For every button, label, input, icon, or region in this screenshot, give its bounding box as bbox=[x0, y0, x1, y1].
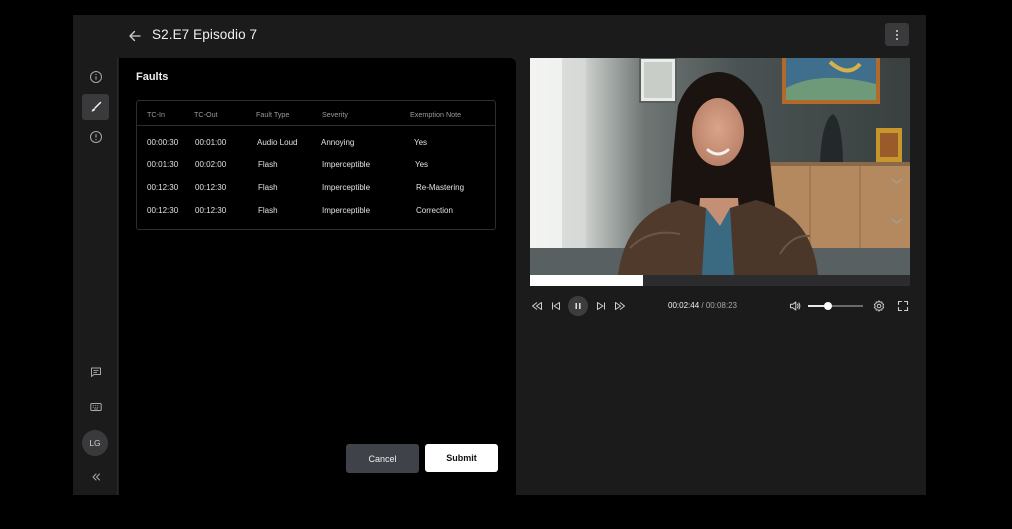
seek-bar-fill bbox=[530, 275, 644, 286]
info-icon bbox=[89, 71, 102, 83]
current-time: 00:02:44 bbox=[668, 301, 700, 310]
more-options-button[interactable] bbox=[885, 23, 909, 46]
rail-brush-button[interactable] bbox=[82, 94, 109, 120]
column-header-severity: Severity bbox=[322, 110, 348, 119]
app-window: S2.E7 Episodio 7 LG Faults TC-In TC-Out … bbox=[73, 15, 926, 495]
duration: 00:08:23 bbox=[705, 301, 737, 310]
cancel-button[interactable]: Cancel bbox=[346, 444, 419, 473]
skip-to-start-button[interactable] bbox=[528, 297, 546, 315]
alert-icon bbox=[89, 131, 102, 143]
skip-to-end-button[interactable] bbox=[611, 297, 629, 315]
pause-button[interactable] bbox=[568, 296, 588, 316]
column-header-tc-out: TC-Out bbox=[194, 110, 218, 119]
cell-fault-type: Audio Loud bbox=[257, 138, 298, 147]
table-row[interactable]: 00:00:30 00:01:00 Audio Loud Annoying Ye… bbox=[137, 138, 495, 156]
avatar-initials: LG bbox=[89, 438, 101, 448]
cell-tc-in: 00:00:30 bbox=[147, 138, 179, 147]
cell-exemption-note: Yes bbox=[415, 160, 429, 169]
seek-bar[interactable] bbox=[530, 275, 910, 286]
back-button[interactable] bbox=[125, 26, 145, 46]
step-back-icon bbox=[552, 302, 560, 310]
cell-severity: Imperceptible bbox=[322, 183, 371, 192]
cell-tc-out: 00:12:30 bbox=[195, 183, 227, 192]
kebab-icon bbox=[896, 29, 898, 40]
comment-icon bbox=[90, 367, 101, 377]
fullscreen-button[interactable] bbox=[894, 297, 912, 315]
cell-tc-out: 00:02:00 bbox=[195, 160, 227, 169]
arrow-left-icon bbox=[129, 30, 141, 42]
skip-back-icon bbox=[532, 302, 542, 310]
column-header-fault-type: Fault Type bbox=[256, 110, 290, 119]
cell-tc-in: 00:01:30 bbox=[147, 160, 179, 169]
cell-tc-out: 00:12:30 bbox=[195, 206, 227, 215]
mute-button[interactable] bbox=[786, 297, 804, 315]
cell-tc-in: 00:12:30 bbox=[147, 206, 179, 215]
page-title: S2.E7 Episodio 7 bbox=[152, 27, 258, 42]
cell-severity: Annoying bbox=[321, 138, 355, 147]
time-separator: / bbox=[701, 301, 704, 310]
left-rail: LG bbox=[73, 58, 118, 495]
table-row[interactable]: 00:12:30 00:12:30 Flash Imperceptible Re… bbox=[137, 183, 495, 201]
gear-icon bbox=[873, 300, 885, 312]
rail-keyboard-button[interactable] bbox=[82, 394, 109, 420]
cell-severity: Imperceptible bbox=[322, 206, 371, 215]
cell-exemption-note: Correction bbox=[416, 206, 453, 215]
video-still-image bbox=[530, 58, 910, 275]
faults-panel: Faults TC-In TC-Out Fault Type Severity … bbox=[119, 58, 516, 495]
rail-comments-button[interactable] bbox=[82, 359, 109, 385]
next-frame-button[interactable] bbox=[592, 297, 610, 315]
column-header-tc-in: TC-In bbox=[147, 110, 165, 119]
volume-slider-handle[interactable] bbox=[823, 302, 832, 310]
cell-exemption-note: Re-Mastering bbox=[416, 183, 465, 192]
faults-title: Faults bbox=[136, 71, 169, 83]
fullscreen-icon bbox=[897, 300, 909, 312]
collapse-rail-button[interactable] bbox=[82, 464, 109, 490]
brush-icon bbox=[91, 101, 101, 112]
step-forward-icon bbox=[597, 302, 605, 310]
rail-alert-button[interactable] bbox=[82, 124, 109, 150]
header: S2.E7 Episodio 7 bbox=[73, 15, 926, 58]
keyboard-icon bbox=[89, 403, 102, 411]
cell-tc-out: 00:01:00 bbox=[195, 138, 227, 147]
table-row[interactable]: 00:01:30 00:02:00 Flash Imperceptible Ye… bbox=[137, 160, 495, 178]
volume-icon bbox=[790, 301, 801, 311]
cell-exemption-note: Yes bbox=[414, 138, 428, 147]
avatar[interactable]: LG bbox=[82, 430, 108, 456]
header-divider bbox=[137, 125, 495, 126]
cell-fault-type: Flash bbox=[258, 183, 278, 192]
player-settings-button[interactable] bbox=[870, 297, 888, 315]
cell-severity: Imperceptible bbox=[322, 160, 371, 169]
faults-table: TC-In TC-Out Fault Type Severity Exempti… bbox=[136, 100, 496, 230]
submit-button[interactable]: Submit bbox=[425, 444, 498, 472]
table-row[interactable]: 00:12:30 00:12:30 Flash Imperceptible Co… bbox=[137, 206, 495, 224]
cell-fault-type: Flash bbox=[258, 160, 278, 169]
double-chevron-left-icon bbox=[92, 473, 100, 481]
cell-fault-type: Flash bbox=[258, 206, 278, 215]
column-header-exemption-note: Exemption Note bbox=[410, 110, 462, 119]
cell-tc-in: 00:12:30 bbox=[147, 183, 179, 192]
video-frame[interactable] bbox=[530, 58, 910, 275]
rail-info-button[interactable] bbox=[82, 64, 109, 90]
pause-icon bbox=[575, 303, 581, 309]
skip-forward-icon bbox=[615, 302, 625, 310]
previous-frame-button[interactable] bbox=[547, 297, 565, 315]
player-controls: 00:02:44 / 00:08:23 bbox=[530, 295, 910, 317]
time-readout: 00:02:44 / 00:08:23 bbox=[668, 301, 737, 310]
volume-slider[interactable] bbox=[808, 302, 863, 310]
